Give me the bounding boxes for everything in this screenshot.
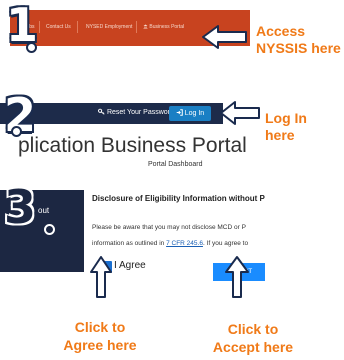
callout-line: NYSSIS here [256,40,341,56]
step-marker-3 [44,224,55,235]
disclosure-text-part: information as outlined in [92,240,167,247]
disclosure-title: Disclosure of Eligibility Information wi… [92,194,265,203]
callout-access-nyssis: Access NYSSIS here [256,23,341,57]
logout-link[interactable]: out [38,206,49,215]
hint-line: Accept here [212,339,294,355]
nav-item-employment[interactable]: NYSED Employment [86,24,132,30]
callout-login-here: Log In here [265,110,307,144]
step-number-3: 3 [4,180,37,234]
nav-item-business-portal-label: Business Portal [149,24,185,30]
disclosure-text: Please be aware that you may not disclos… [92,224,246,231]
login-label: Log In [184,110,205,117]
reset-password-link[interactable]: Reset Your Password [98,108,174,116]
step-marker-1 [26,42,37,53]
nav-separator [39,21,40,33]
agree-label: I Agree [114,260,146,271]
portal-subtitle: Portal Dashboard [148,161,203,168]
step-number-1: 1 [6,0,39,52]
hint-click-accept: Click to Accept here [198,320,308,356]
login-button[interactable]: Log In [169,106,211,121]
key-icon [98,108,105,115]
hint-click-agree: Click to Agree here [52,318,148,354]
callout-line: Access [256,23,306,39]
reset-password-label: Reset Your Password [106,109,174,116]
callout-line: here [265,127,295,143]
bank-icon [143,24,148,29]
arrow-up-icon [90,256,112,298]
disclosure-text: information as outlined in 7 CFR 245.6. … [92,240,344,247]
hint-line: Click to [227,321,279,337]
regulation-link[interactable]: 7 CFR 245.6 [166,240,203,247]
callout-line: Log In [265,110,307,126]
nav-item-business-portal[interactable]: Business Portal [143,24,184,30]
nav-separator [136,21,137,33]
login-icon [176,109,183,116]
disclosure-text-part: . If you agree to [202,240,249,247]
nav-separator [77,21,78,33]
hint-line: Click to [74,319,126,335]
arrow-left-icon [202,25,247,49]
hint-line: Agree here [63,337,137,353]
arrow-left-icon [220,101,260,125]
portal-title: plication Business Portal [18,134,247,157]
arrow-up-icon [225,256,249,298]
nav-item-contact[interactable]: Contact Us [46,24,71,30]
